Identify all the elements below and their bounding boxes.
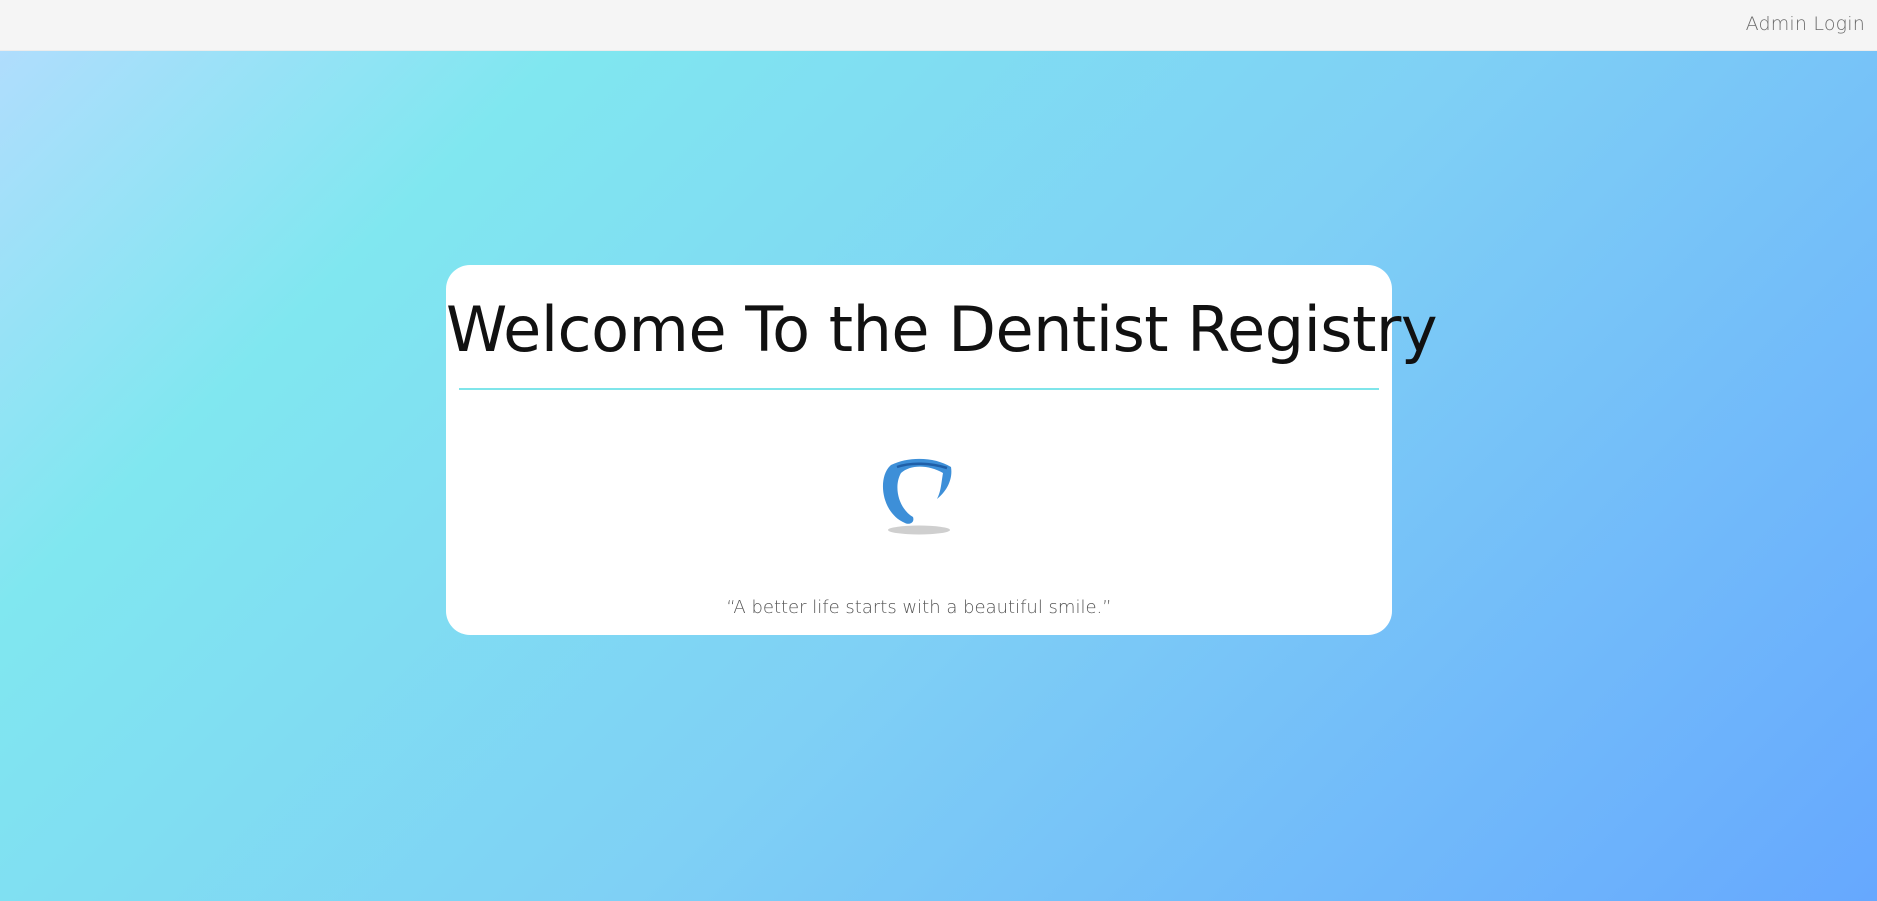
tagline-quote: “A better life starts with a beautiful s… xyxy=(726,597,1112,618)
tooth-shadow xyxy=(888,525,950,535)
tooth-shape xyxy=(882,458,952,524)
admin-login-link[interactable]: Admin Login xyxy=(1746,13,1865,35)
title-divider xyxy=(459,388,1379,390)
top-navbar: Admin Login xyxy=(0,0,1877,51)
page-title: Welcome To the Dentist Registry xyxy=(446,293,1438,366)
welcome-card: Welcome To the Dentist Registry “A bette… xyxy=(446,265,1438,635)
tooth-icon xyxy=(882,458,952,535)
